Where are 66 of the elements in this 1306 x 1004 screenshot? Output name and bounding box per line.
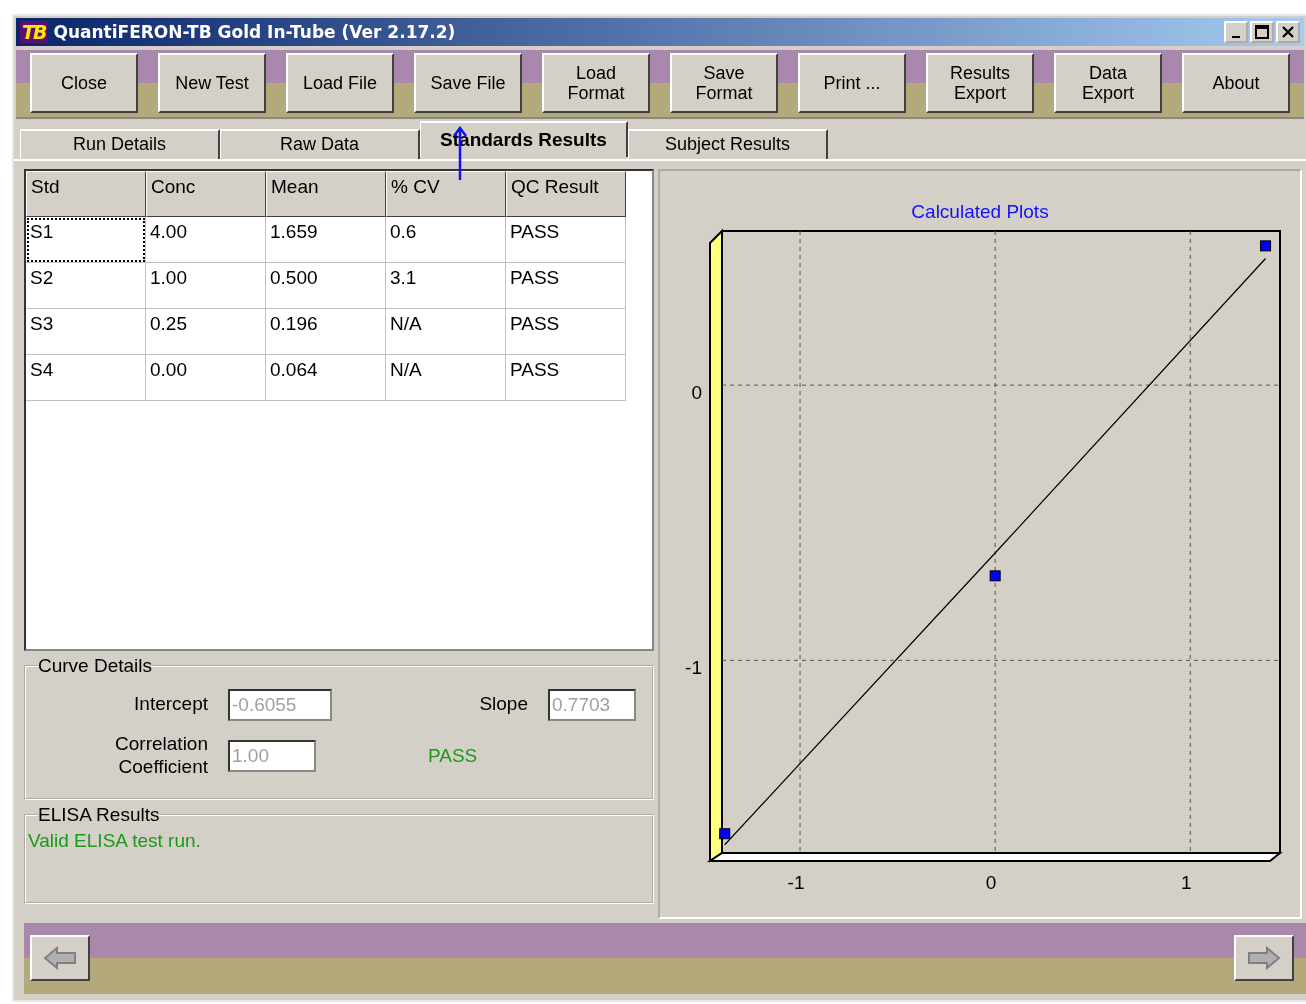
toolbar-button[interactable]: Results Export bbox=[926, 53, 1034, 114]
table-cell: PASS bbox=[506, 308, 626, 355]
table-cell: N/A bbox=[386, 308, 506, 355]
close-button[interactable] bbox=[1276, 20, 1300, 43]
forward-button[interactable] bbox=[1234, 935, 1294, 982]
table-cell: N/A bbox=[386, 354, 506, 401]
table-cell: 0.500 bbox=[266, 262, 386, 309]
table-cell: S3 bbox=[26, 308, 146, 355]
y-tick-label: -1 bbox=[685, 657, 702, 679]
close-icon bbox=[1281, 24, 1295, 39]
field-label: Correlation Coefficient bbox=[114, 732, 208, 779]
group-title: ELISA Results bbox=[38, 804, 160, 827]
right-arrow-icon bbox=[1247, 946, 1281, 971]
table-cell: 1.00 bbox=[146, 262, 266, 309]
toolbar-button[interactable]: About bbox=[1182, 53, 1290, 114]
chart-title: Calculated Plots bbox=[911, 200, 1049, 222]
column-header[interactable]: QC Result bbox=[506, 170, 626, 217]
window-title: QuantiFERON-TB Gold In-Tube (Ver 2.17.2) bbox=[53, 21, 457, 42]
table-cell: 0.00 bbox=[146, 354, 266, 401]
data-point bbox=[989, 570, 1001, 582]
minimize-button[interactable] bbox=[1224, 20, 1248, 43]
status-text: PASS bbox=[427, 744, 479, 767]
table-cell: 0.6 bbox=[386, 216, 506, 263]
maximize-button[interactable] bbox=[1250, 20, 1274, 43]
field-label: Slope bbox=[478, 693, 528, 717]
back-button[interactable] bbox=[30, 935, 90, 982]
table-cell: 3.1 bbox=[386, 262, 506, 309]
table-cell: 0.25 bbox=[146, 308, 266, 355]
table-cell: PASS bbox=[506, 354, 626, 401]
table-cell: S4 bbox=[26, 354, 146, 401]
maximize-icon bbox=[1255, 24, 1269, 39]
table-cell: S1 bbox=[26, 216, 146, 263]
left-arrow-icon bbox=[43, 946, 77, 971]
table-cell: 4.00 bbox=[146, 216, 266, 263]
tab[interactable]: Subject Results bbox=[628, 128, 828, 159]
tab[interactable]: Raw Data bbox=[220, 128, 420, 159]
data-point bbox=[719, 828, 731, 840]
toolbar-button[interactable]: Print ... bbox=[798, 53, 906, 114]
table-cell: PASS bbox=[506, 216, 626, 263]
column-header[interactable]: Mean bbox=[266, 170, 386, 217]
data-point bbox=[1260, 240, 1272, 252]
table-cell: PASS bbox=[506, 262, 626, 309]
x-tick-label: -1 bbox=[787, 871, 805, 893]
toolbar-button[interactable]: Data Export bbox=[1054, 53, 1162, 114]
toolbar-button[interactable]: Load File bbox=[286, 53, 394, 114]
toolbar-button[interactable]: Save Format bbox=[670, 53, 778, 114]
table-cell: 1.659 bbox=[266, 216, 386, 263]
toolbar-button[interactable]: New Test bbox=[158, 53, 266, 114]
column-header[interactable]: % CV bbox=[386, 170, 506, 217]
toolbar-button[interactable]: Load Format bbox=[542, 53, 650, 114]
app-logo: TB bbox=[20, 20, 48, 43]
x-tick-label: 1 bbox=[1180, 871, 1192, 893]
table-cell: S2 bbox=[26, 262, 146, 309]
toolbar-button[interactable]: Save File bbox=[414, 53, 522, 114]
y-tick-label: 0 bbox=[691, 382, 702, 403]
column-header[interactable]: Std bbox=[26, 170, 146, 217]
x-tick-label: 0 bbox=[985, 871, 997, 893]
tab[interactable]: Run Details bbox=[20, 128, 220, 159]
toolbar-button[interactable]: Close bbox=[30, 53, 138, 114]
result-message: Valid ELISA test run. bbox=[28, 830, 202, 854]
group-title: Curve Details bbox=[38, 654, 153, 677]
minimize-icon bbox=[1232, 35, 1240, 38]
table-cell: 0.064 bbox=[266, 354, 386, 401]
column-header[interactable]: Conc bbox=[146, 170, 266, 217]
table-cell: 0.196 bbox=[266, 308, 386, 355]
field-label: Intercept bbox=[133, 693, 208, 717]
